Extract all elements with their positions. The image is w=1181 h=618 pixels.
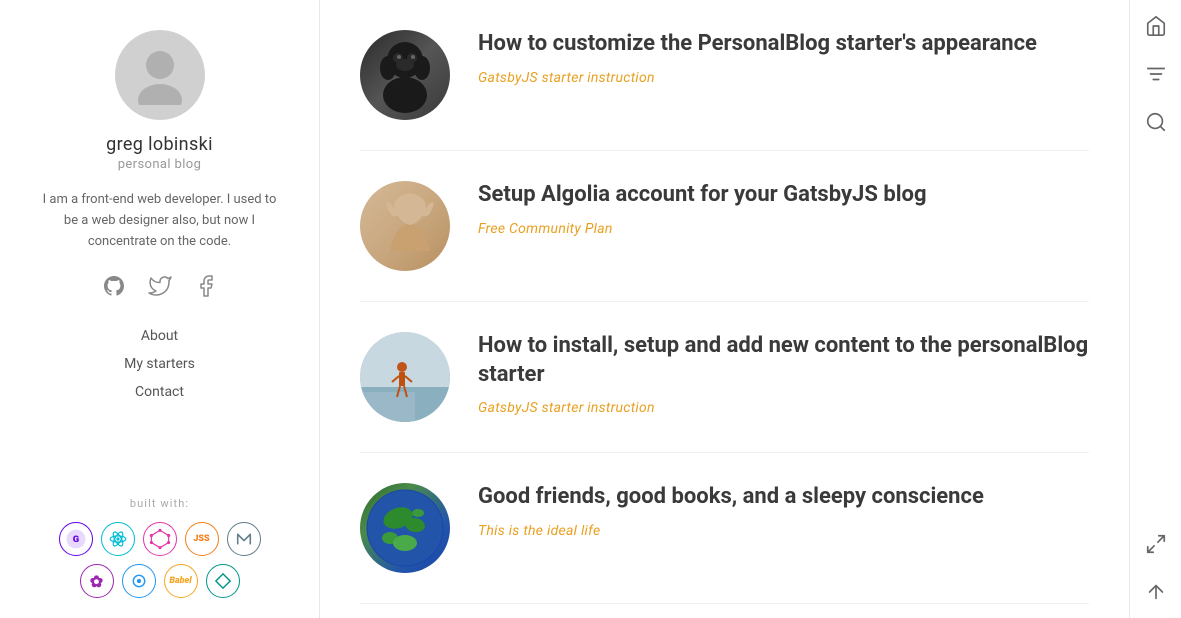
- social-links: [100, 272, 220, 300]
- post-tag: GatsbyJS starter instruction: [478, 70, 655, 86]
- tech-react[interactable]: [101, 522, 135, 556]
- woman-image: [360, 181, 450, 271]
- post-item: There are only two ways to live your lif…: [360, 604, 1089, 618]
- tech-babel[interactable]: Babel: [164, 564, 198, 598]
- tech-diamond[interactable]: [206, 564, 240, 598]
- author-bio: I am a front-end web developer. I used t…: [40, 190, 280, 252]
- facebook-link[interactable]: [192, 272, 220, 300]
- react-icon: [107, 528, 129, 550]
- author-name: greg lobinski: [106, 134, 213, 155]
- post-content: Good friends, good books, and a sleepy c…: [478, 483, 1089, 539]
- tech-circle-icon: [129, 571, 149, 591]
- post-item: Setup Algolia account for your GatsbyJS …: [360, 151, 1089, 302]
- post-list: How to customize the PersonalBlog starte…: [360, 0, 1089, 618]
- filter-icon: [1145, 63, 1167, 85]
- nav-my-starters[interactable]: My starters: [116, 352, 203, 376]
- gatsby-icon: G: [65, 528, 87, 550]
- post-item: How to install, setup and add new conten…: [360, 302, 1089, 453]
- author-subtitle: personal blog: [118, 157, 202, 172]
- github-icon: [102, 274, 126, 298]
- sidebar: greg lobinski personal blog I am a front…: [0, 0, 320, 618]
- post-thumbnail: [360, 483, 450, 573]
- post-thumbnail: [360, 332, 450, 422]
- built-with-section: built with: G: [50, 497, 270, 598]
- post-title[interactable]: Good friends, good books, and a sleepy c…: [478, 483, 1089, 512]
- scroll-up-button[interactable]: [1142, 578, 1170, 606]
- filter-button[interactable]: [1142, 60, 1170, 88]
- arrow-up-icon: [1145, 581, 1167, 603]
- twitter-icon: [148, 274, 172, 298]
- avatar-image: [130, 45, 190, 105]
- post-item: How to customize the PersonalBlog starte…: [360, 0, 1089, 151]
- person-image: [360, 332, 450, 422]
- gorilla-image: [360, 30, 450, 120]
- right-sidebar: [1129, 0, 1181, 618]
- search-button[interactable]: [1142, 108, 1170, 136]
- tech-icons-grid: G: [50, 522, 270, 598]
- graphql-icon: [149, 528, 171, 550]
- nav-contact[interactable]: Contact: [127, 380, 192, 404]
- main-content: How to customize the PersonalBlog starte…: [320, 0, 1129, 618]
- post-tag: Free Community Plan: [478, 221, 613, 237]
- post-thumbnail: [360, 30, 450, 120]
- nav-about[interactable]: About: [133, 324, 186, 348]
- tech-m[interactable]: [227, 522, 261, 556]
- twitter-link[interactable]: [146, 272, 174, 300]
- home-button[interactable]: [1142, 12, 1170, 40]
- post-tag: This is the ideal life: [478, 523, 600, 539]
- home-icon: [1145, 15, 1167, 37]
- post-item: Good friends, good books, and a sleepy c…: [360, 453, 1089, 604]
- post-title[interactable]: Setup Algolia account for your GatsbyJS …: [478, 181, 1089, 210]
- fullscreen-button[interactable]: [1142, 530, 1170, 558]
- post-content: Setup Algolia account for your GatsbyJS …: [478, 181, 1089, 237]
- avatar: [115, 30, 205, 120]
- tech-diamond-icon: [213, 571, 233, 591]
- post-title[interactable]: How to customize the PersonalBlog starte…: [478, 30, 1089, 59]
- tech-jss[interactable]: JSS: [185, 522, 219, 556]
- tech-graphql[interactable]: [143, 522, 177, 556]
- svg-text:G: G: [72, 534, 78, 545]
- tech-m-icon: [233, 528, 255, 550]
- github-link[interactable]: [100, 272, 128, 300]
- fullscreen-icon: [1145, 533, 1167, 555]
- post-tag: GatsbyJS starter instruction: [478, 400, 655, 416]
- main-nav: About My starters Contact: [116, 324, 203, 404]
- post-title[interactable]: How to install, setup and add new conten…: [478, 332, 1089, 389]
- facebook-icon: [194, 274, 218, 298]
- tech-flower[interactable]: ✿: [80, 564, 114, 598]
- post-content: How to install, setup and add new conten…: [478, 332, 1089, 416]
- post-content: How to customize the PersonalBlog starte…: [478, 30, 1089, 86]
- search-icon: [1145, 111, 1167, 133]
- tech-gatsby[interactable]: G: [59, 522, 93, 556]
- post-thumbnail: [360, 181, 450, 271]
- earth-image: [360, 483, 450, 573]
- built-with-label: built with:: [50, 497, 270, 510]
- tech-circle[interactable]: [122, 564, 156, 598]
